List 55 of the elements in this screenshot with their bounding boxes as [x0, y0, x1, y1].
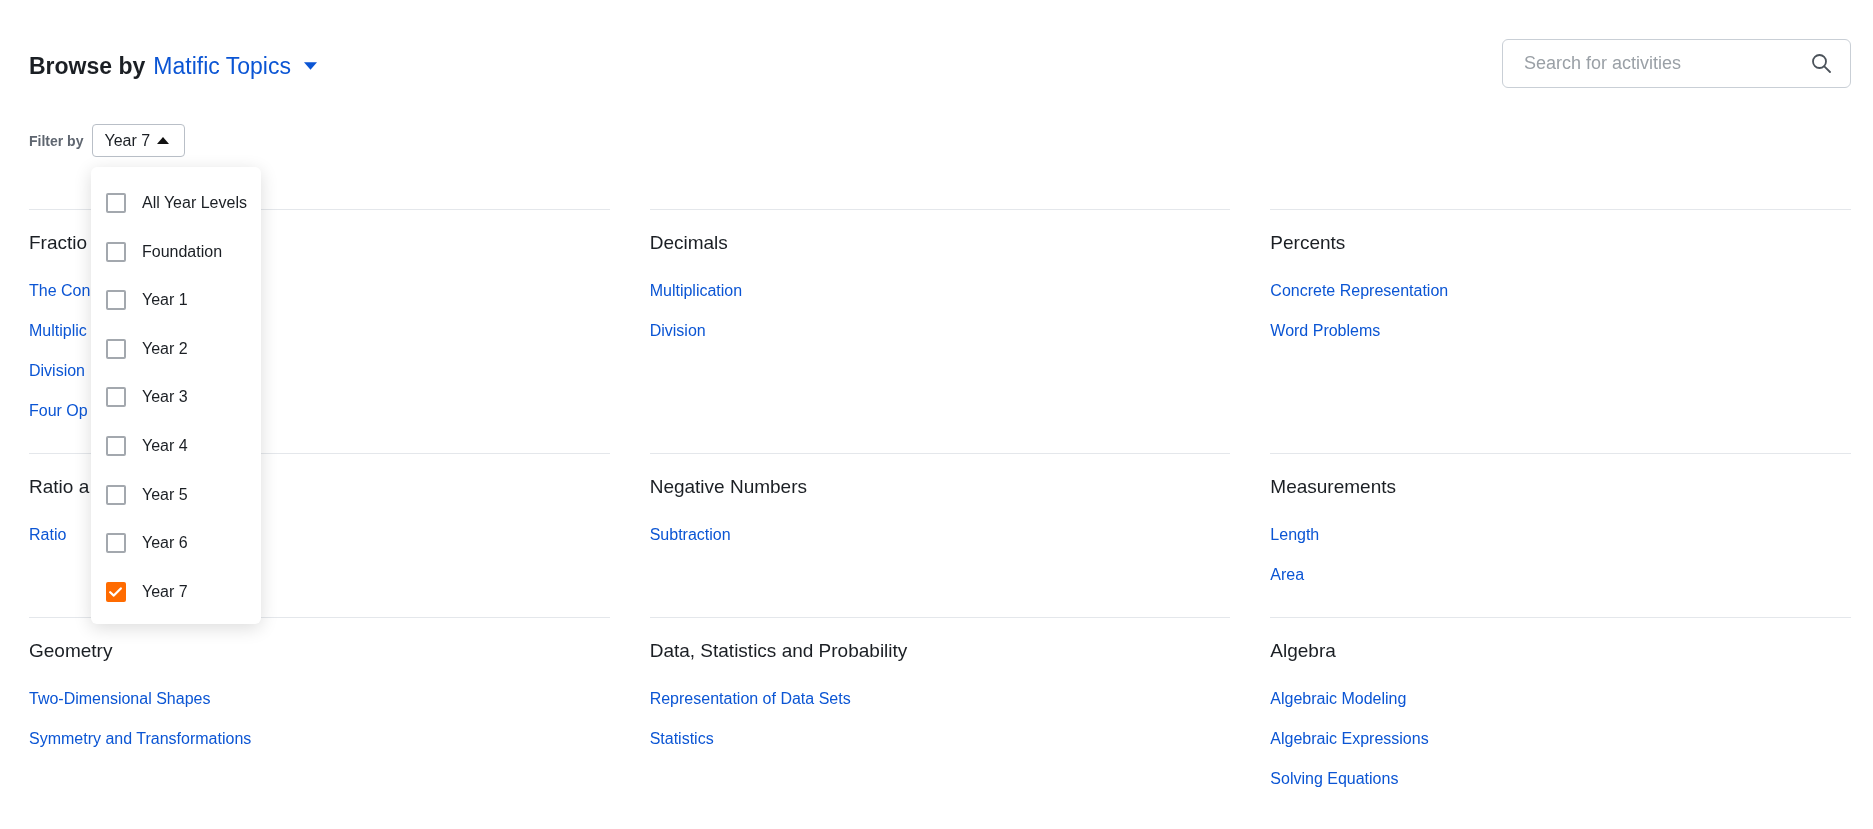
topic-link[interactable]: Subtraction: [649, 525, 731, 545]
year-option[interactable]: Year 4: [105, 435, 188, 456]
topic-heading: Data, Statistics and Probability: [649, 640, 908, 662]
checkbox[interactable]: [105, 484, 126, 505]
topic-link[interactable]: Division: [29, 361, 85, 381]
topic-heading: Decimals: [649, 232, 728, 254]
topic-link[interactable]: Two-Dimensional Shapes: [29, 689, 211, 709]
checkmark-icon: [109, 586, 123, 597]
topic-heading: Fractio: [29, 232, 88, 254]
year-option[interactable]: Year 5: [105, 484, 188, 505]
topic-link[interactable]: Solving Equations: [1270, 769, 1399, 789]
checkbox[interactable]: [105, 387, 126, 408]
topic-link[interactable]: Algebraic Modeling: [1270, 689, 1407, 709]
checkbox[interactable]: [105, 581, 126, 602]
year-option[interactable]: Year 7: [105, 581, 188, 602]
topic-link[interactable]: Length: [1270, 525, 1320, 545]
topic-link[interactable]: Multiplic: [29, 321, 87, 341]
topic-heading: Geometry: [29, 640, 113, 662]
topic-heading: Measurements: [1270, 476, 1396, 498]
search-icon[interactable]: [1811, 53, 1831, 73]
topic-link[interactable]: Word Problems: [1270, 321, 1381, 341]
topic-link[interactable]: The Con: [29, 281, 91, 301]
topic-menu-button[interactable]: Matific Topics: [153, 52, 317, 80]
search-field[interactable]: Search for activities: [1502, 39, 1851, 88]
year-filter-button[interactable]: Year 7: [92, 124, 186, 157]
checkbox[interactable]: [105, 193, 126, 213]
topic-heading: Algebra: [1270, 640, 1336, 662]
year-option[interactable]: Year 1: [105, 290, 188, 311]
topic-link[interactable]: Algebraic Expressions: [1270, 729, 1429, 749]
topic-link[interactable]: Division: [649, 321, 706, 341]
topic-link[interactable]: Ratio: [29, 525, 67, 545]
topic-heading: Negative Numbers: [649, 476, 807, 498]
browse-by-label: Browse by: [29, 52, 146, 80]
checkbox[interactable]: [105, 290, 126, 311]
checkbox[interactable]: [105, 533, 126, 554]
year-option[interactable]: Year 3: [105, 387, 188, 408]
topic-link[interactable]: Representation of Data Sets: [649, 689, 851, 709]
topic-link[interactable]: Symmetry and Transformations: [29, 729, 252, 749]
topic-heading: Percents: [1270, 232, 1346, 254]
caret-icon: [157, 137, 170, 144]
checkbox[interactable]: [105, 241, 126, 262]
topic-link[interactable]: Four Op: [29, 401, 88, 421]
topic-link[interactable]: Statistics: [649, 729, 714, 749]
year-option[interactable]: Year 6: [105, 533, 188, 554]
year-option[interactable]: Year 2: [105, 338, 188, 359]
year-option[interactable]: Foundation: [105, 241, 223, 262]
topic-link[interactable]: Area: [1270, 565, 1305, 585]
topic-link[interactable]: Concrete Representation: [1270, 281, 1449, 301]
year-option[interactable]: All Year Levels: [105, 193, 247, 213]
topic-link[interactable]: Multiplication: [649, 281, 743, 301]
checkbox[interactable]: [105, 338, 126, 359]
filter-by-label: Filter by: [29, 132, 84, 149]
caret-icon: [303, 62, 317, 70]
checkbox[interactable]: [105, 435, 126, 456]
topic-heading: Ratio a: [29, 476, 90, 498]
